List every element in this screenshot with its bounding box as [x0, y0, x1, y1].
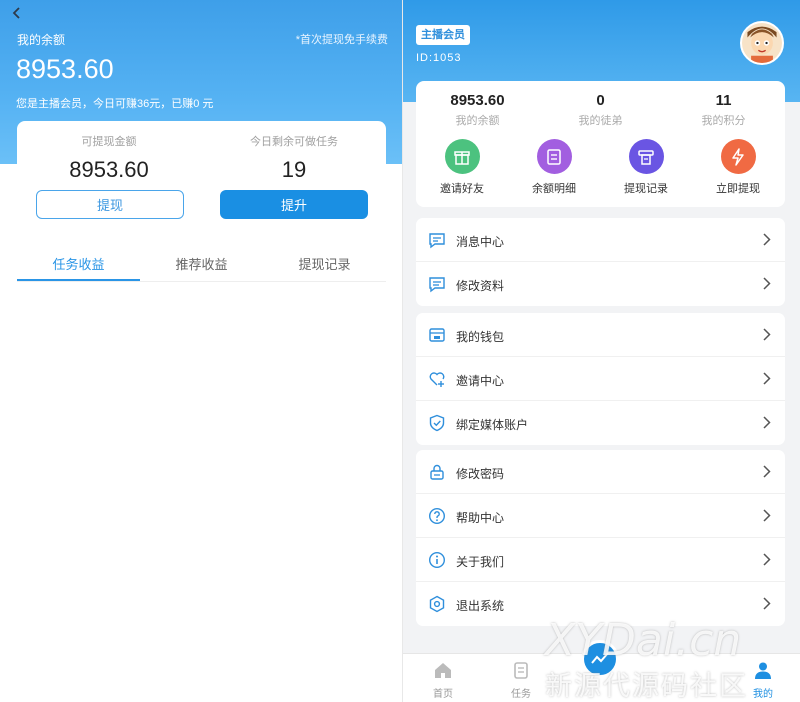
user-icon: [755, 662, 771, 679]
menu-group-account: 修改密码 帮助中心 关于我们 退出系统: [416, 450, 785, 626]
document-icon: [536, 139, 572, 174]
withdraw-button[interactable]: 提现: [36, 190, 184, 219]
stat-balance[interactable]: 8953.60 我的余额: [416, 92, 539, 128]
user-id: ID:1053: [416, 52, 462, 64]
balance-amount: 8953.60: [16, 54, 114, 84]
logout-icon: [429, 595, 445, 613]
chevron-right-icon: [763, 465, 771, 478]
chevron-right-icon: [763, 509, 771, 522]
edit-profile-icon: [429, 277, 445, 293]
menu-item-invite-center[interactable]: 邀请中心: [416, 357, 785, 401]
menu-item-help-center[interactable]: 帮助中心: [416, 494, 785, 538]
balance-details-label: 余额明细: [532, 183, 576, 195]
balance-card: 可提现金额 8953.60 今日剩余可做任务 19 提现 提升: [17, 121, 386, 236]
menu-item-label: 修改资料: [456, 279, 505, 293]
balance-page: 我的余额 *首次提现免手续费 8953.60 您是主播会员，今日可赚36元，已赚…: [0, 0, 402, 702]
stat-disciples[interactable]: 0 我的徒弟: [539, 92, 662, 128]
chevron-right-icon: [763, 233, 771, 246]
invite-friends-label: 邀请好友: [440, 183, 484, 195]
menu-item-my-wallet[interactable]: 我的钱包: [416, 313, 785, 357]
chevron-right-icon: [763, 328, 771, 341]
tab-home-label: 首页: [433, 689, 453, 700]
menu-item-label: 消息中心: [456, 235, 505, 249]
tasks-label: 今日剩余可做任务: [250, 136, 338, 148]
menu-item-label: 我的钱包: [456, 330, 505, 344]
tasks-stat: 今日剩余可做任务 19: [202, 133, 386, 183]
chevron-right-icon: [763, 416, 771, 429]
wallet-icon: [429, 328, 445, 342]
menu-item-label: 邀请中心: [456, 374, 505, 388]
withdraw-now-label: 立即提现: [716, 183, 760, 195]
home-icon: [435, 663, 451, 678]
avatar[interactable]: [740, 21, 784, 65]
summary-card: 8953.60 我的余额 0 我的徒弟 11 我的积分 邀请好友 余额明细 提现…: [416, 81, 785, 207]
gift-icon: [444, 139, 480, 174]
lightning-icon: [720, 139, 756, 174]
help-icon: [428, 507, 446, 525]
avatar-face-icon: [742, 23, 782, 63]
chevron-right-icon: [763, 597, 771, 610]
withdraw-records-button[interactable]: 提现记录: [600, 139, 692, 196]
chevron-right-icon: [763, 553, 771, 566]
chevron-right-icon: [763, 372, 771, 385]
heart-plus-icon: [429, 372, 445, 387]
invite-friends-button[interactable]: 邀请好友: [416, 139, 508, 196]
menu-group-messages: 消息中心 修改资料: [416, 218, 785, 306]
withdrawable-label: 可提现金额: [81, 136, 137, 148]
tab-referral-income[interactable]: 推荐收益: [140, 254, 263, 273]
shield-check-icon: [429, 414, 445, 432]
menu-item-about-us[interactable]: 关于我们: [416, 538, 785, 582]
tab-task-income[interactable]: 任务收益: [17, 254, 140, 273]
menu-item-change-password[interactable]: 修改密码: [416, 450, 785, 494]
menu-item-edit-profile[interactable]: 修改资料: [416, 262, 785, 306]
tab-home[interactable]: 首页: [403, 660, 483, 700]
menu-item-label: 绑定媒体账户: [456, 418, 529, 432]
menu-item-message-center[interactable]: 消息中心: [416, 218, 785, 262]
stat-balance-value: 8953.60: [450, 92, 505, 109]
withdrawable-stat: 可提现金额 8953.60: [17, 133, 201, 183]
profile-page: 主播会员 ID:1053 8953.60 我的余额 0 我的徒弟 11 我的积分…: [403, 0, 800, 702]
chevron-right-icon: [763, 277, 771, 290]
menu-item-label: 退出系统: [456, 599, 505, 613]
stat-points[interactable]: 11 我的积分: [662, 92, 785, 128]
withdraw-records-label: 提现记录: [624, 183, 668, 195]
stat-disciples-value: 0: [596, 92, 605, 109]
task-icon: [514, 662, 528, 679]
message-icon: [429, 233, 445, 249]
menu-item-bind-media[interactable]: 绑定媒体账户: [416, 401, 785, 445]
tasks-value: 19: [281, 157, 307, 182]
watermark-text: XYDai.cn: [545, 615, 742, 666]
active-tab-indicator: [17, 279, 140, 281]
info-icon: [428, 551, 446, 569]
menu-item-label: 帮助中心: [456, 511, 505, 525]
withdraw-now-button[interactable]: 立即提现: [692, 139, 784, 196]
member-badge: 主播会员: [416, 25, 470, 45]
menu-group-wallet: 我的钱包 邀请中心 绑定媒体账户: [416, 313, 785, 445]
tab-withdraw-records[interactable]: 提现记录: [263, 254, 386, 273]
watermark-subtitle: 新源代源码社区: [545, 671, 748, 701]
stat-disciples-label: 我的徒弟: [578, 115, 623, 127]
income-tabs: 任务收益 推荐收益 提现记录: [17, 244, 386, 282]
fee-tip: *首次提现免手续费: [295, 34, 388, 46]
lock-icon: [430, 464, 444, 480]
menu-item-label: 修改密码: [456, 467, 505, 481]
menu-item-label: 关于我们: [456, 555, 505, 569]
page-title: 我的余额: [17, 33, 66, 47]
stat-points-value: 11: [715, 92, 732, 109]
balance-details-button[interactable]: 余额明细: [508, 139, 600, 196]
earning-note: 您是主播会员，今日可赚36元，已赚0 元: [16, 98, 214, 110]
upgrade-button[interactable]: 提升: [220, 190, 368, 219]
withdrawable-value: 8953.60: [69, 157, 149, 182]
receipt-icon: [628, 139, 664, 174]
stat-balance-label: 我的余额: [455, 115, 500, 127]
back-icon[interactable]: [10, 6, 24, 20]
stat-points-label: 我的积分: [701, 115, 746, 127]
